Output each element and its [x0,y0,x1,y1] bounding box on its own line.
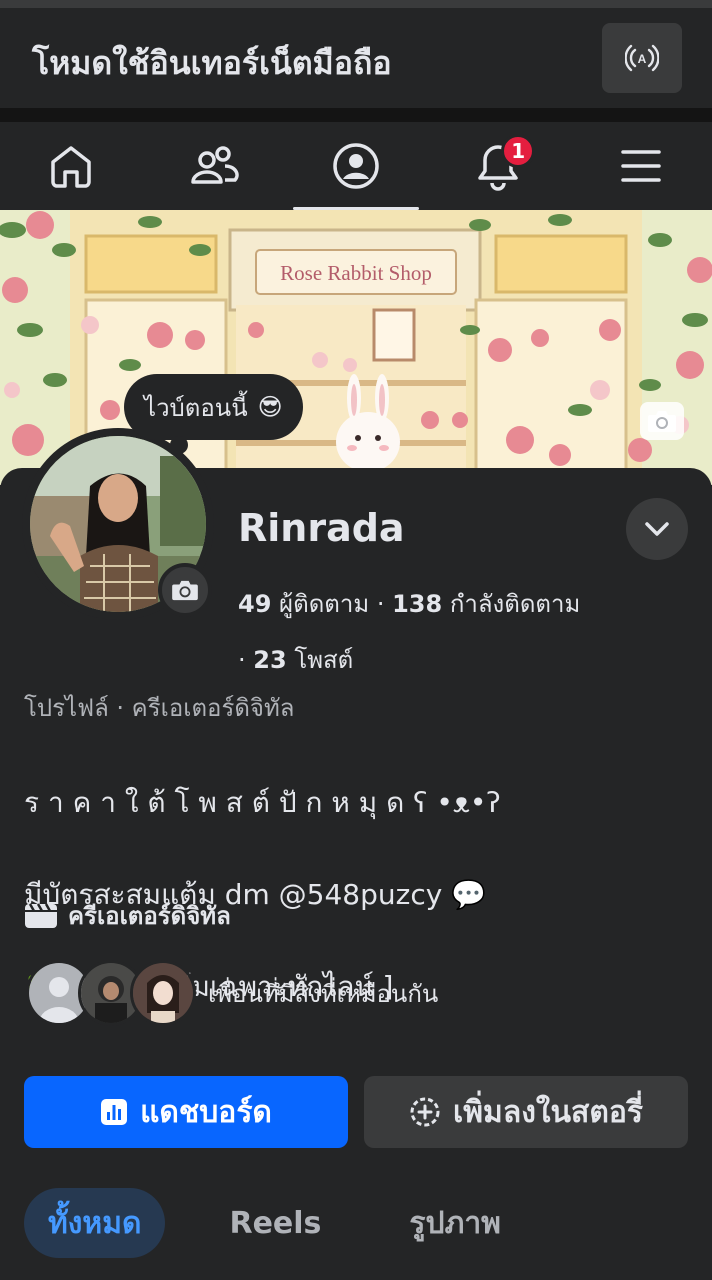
add-story-icon [410,1097,440,1127]
nav-menu[interactable] [570,122,712,210]
friends-icon [190,146,239,184]
dashboard-button[interactable]: แดชบอร์ด [24,1076,348,1148]
nav-notifications[interactable]: 1 [427,122,569,210]
tab-all[interactable]: ทั้งหมด [24,1188,166,1258]
posts-link[interactable]: 23 โพสต์ [253,646,353,674]
shop-sign-text: Rose Rabbit Shop [280,261,432,285]
status-strip [0,0,712,8]
mutual-friend-avatar [130,960,196,1026]
posts-label: โพสต์ [294,646,354,674]
dashboard-label: แดชบอร์ด [140,1094,272,1130]
separator [0,108,712,122]
following-label: กำลังติดตาม [449,590,581,618]
note-text: ไวบ์ตอนนี้ [144,393,248,422]
followers-link[interactable]: 49 ผู้ติดตาม [238,590,369,618]
content-tabs: ทั้งหมด Reels รูปภาพ [24,1188,525,1258]
profile-stats: 49 ผู้ติดตาม · 138 กำลังติดตาม · 23 โพสต… [238,576,638,688]
tab-photos[interactable]: รูปภาพ [385,1188,525,1258]
note-emoji: 😎 [257,393,283,421]
followers-label: ผู้ติดตาม [279,590,370,618]
tab-reels[interactable]: Reels [205,1188,345,1258]
profile-options-button[interactable] [626,498,688,560]
home-icon [51,146,91,188]
mobile-data-antenna-icon: A [625,44,659,72]
posts-count: 23 [253,646,287,674]
separator-dot: · [376,590,393,618]
notification-badge: 1 [501,134,536,168]
bio-line: ร า ค า ใ ต้ โ พ ส ต์ ปั ก ห มุ ด ʕ •ᴥ•ʔ [24,786,501,819]
mutual-friends-row[interactable]: เพื่อนที่มีสิ่งที่เหมือนกัน [26,960,438,1026]
clapperboard-icon [25,902,57,928]
creator-category-row: ครีเอเตอร์ดิจิทัล [24,896,231,935]
nav-profile[interactable] [285,122,427,210]
add-to-story-button[interactable]: เพิ่มลงในสตอรี่ [364,1076,688,1148]
dashboard-icon [101,1099,128,1125]
svg-text:A: A [638,52,647,66]
chevron-down-icon [645,522,669,536]
avatar-camera-button[interactable] [158,563,212,617]
followers-count: 49 [238,590,272,618]
nav-friends[interactable] [142,122,284,210]
add-story-label: เพิ่มลงในสตอรี่ [453,1094,643,1130]
menu-icon [621,150,661,182]
mobile-data-mode-bar: โหมดใช้อินเทอร์เน็ตมือถือ A [0,8,712,108]
mobile-data-mode-button[interactable]: A [602,23,682,93]
nav-home[interactable] [0,122,142,210]
camera-icon [172,580,198,601]
camera-icon [648,411,676,432]
following-count: 138 [392,590,443,618]
separator-dot: · [238,646,254,674]
note-bubble[interactable]: ไวบ์ตอนนี้ 😎 [124,374,303,454]
profile-name: Rinrada [238,506,405,550]
creator-label: ครีเอเตอร์ดิจิทัล [68,902,231,930]
top-nav-bar: 1 [0,122,712,210]
following-link[interactable]: 138 กำลังติดตาม [392,590,580,618]
cover-camera-button[interactable] [640,402,684,440]
mutual-friends-label: เพื่อนที่มีสิ่งที่เหมือนกัน [208,979,439,1008]
profile-icon [333,143,379,189]
mobile-data-mode-title: โหมดใช้อินเทอร์เน็ตมือถือ [32,44,392,82]
profile-category: โปรไฟล์ · ครีเอเตอร์ดิจิทัล [24,694,295,722]
